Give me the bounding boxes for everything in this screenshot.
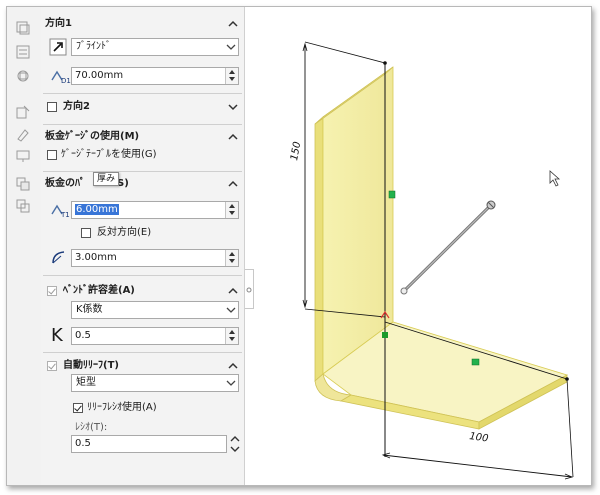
direction2-title: 方向2 <box>63 101 90 112</box>
ratio-label: ﾚｼｵ(T): <box>75 422 108 433</box>
ratio-input[interactable]: 0.5 <box>71 435 227 453</box>
thickness-value: 6.00mm <box>75 204 119 215</box>
graphics-viewport[interactable]: 150 100 <box>247 7 591 485</box>
svg-text:T1: T1 <box>60 211 70 219</box>
direction2-checkbox[interactable] <box>47 102 57 112</box>
auto-relief-checkbox[interactable] <box>47 361 57 371</box>
gauge-title[interactable]: 板金ｹﾞｰｼﾞの使用(M) <box>45 130 139 144</box>
appearance-tab-icon[interactable] <box>14 197 32 215</box>
k-factor-spinner[interactable] <box>225 328 238 344</box>
coincident-relation-icon[interactable] <box>382 332 388 338</box>
direction1-title[interactable]: 方向1 <box>45 17 72 31</box>
depth-input[interactable]: 70.00mm <box>71 67 239 85</box>
relief-ratio-label: ﾘﾘｰﾌﾚｼｵ使用(A) <box>87 402 157 413</box>
divider <box>43 352 242 353</box>
horizontal-relation-icon[interactable] <box>471 358 480 366</box>
thickness-spinner[interactable] <box>225 202 238 218</box>
thickness-tooltip: 厚み <box>93 172 120 186</box>
relief-type-value: 矩型 <box>76 377 96 388</box>
direction-arrow-icon[interactable] <box>486 200 496 210</box>
cam-manager-icon[interactable] <box>14 147 32 165</box>
dimension-100-label[interactable]: 100 <box>469 431 489 445</box>
bend-radius-spinner[interactable] <box>225 250 238 266</box>
sheet-metal-model: 150 100 <box>289 41 574 480</box>
divider <box>43 275 242 276</box>
dimxpert-icon[interactable] <box>14 103 32 121</box>
chevron-up-icon[interactable] <box>228 286 238 296</box>
chevron-up-icon[interactable] <box>228 19 238 29</box>
chevron-up-icon[interactable] <box>228 179 238 189</box>
gauge-table-label: ｹﾞｰｼﾞﾃｰﾌﾞﾙを使用(G) <box>61 149 157 160</box>
k-factor-input[interactable]: 0.5 <box>71 327 239 345</box>
configuration-manager-icon[interactable] <box>14 67 32 85</box>
bend-allowance-type-select[interactable]: K係数 <box>71 301 239 319</box>
application-window: 方向1 ﾌﾞﾗｲﾝﾄﾞ D1 70.00mm 方向2 板金ｹﾞｰｼﾞの使用(M)… <box>6 6 592 486</box>
bend-radius-input[interactable]: 3.00mm <box>71 249 239 267</box>
relief-ratio-checkbox[interactable] <box>73 403 83 413</box>
ratio-value: 0.5 <box>75 438 91 449</box>
chevron-down-icon <box>226 307 236 313</box>
auto-relief-title: 自動ﾘﾘｰﾌ(T) <box>63 360 119 371</box>
thickness-icon: T1 <box>49 200 70 219</box>
k-factor-icon: K <box>51 325 63 346</box>
vertical-relation-icon[interactable] <box>388 190 396 199</box>
divider <box>43 171 242 172</box>
end-condition-select[interactable]: ﾌﾞﾗｲﾝﾄﾞ <box>71 38 239 56</box>
depth-icon: D1 <box>49 66 71 85</box>
relief-type-select[interactable]: 矩型 <box>71 374 239 392</box>
divider <box>43 93 242 94</box>
bend-radius-value: 3.00mm <box>75 252 117 263</box>
bend-allowance-type-value: K係数 <box>76 304 103 315</box>
chevron-down-icon <box>226 44 236 50</box>
depth-spinner[interactable] <box>225 68 238 84</box>
chevron-down-icon[interactable] <box>228 102 238 112</box>
drag-handle-icon[interactable] <box>400 287 408 295</box>
dimension-150-label[interactable]: 150 <box>289 141 303 162</box>
divider <box>43 124 242 125</box>
bend-allowance-title: ﾍﾞﾝﾄﾞ許容差(A) <box>63 285 135 296</box>
ratio-spinner[interactable] <box>229 435 241 453</box>
reverse-direction-checkbox[interactable] <box>81 228 91 238</box>
depth-value: 70.00mm <box>75 70 124 81</box>
params-title[interactable]: 板金のﾊﾟ <box>45 177 85 191</box>
wall-side-face <box>314 116 324 382</box>
display-manager-icon[interactable] <box>14 125 32 143</box>
svg-text:D1: D1 <box>61 77 71 85</box>
chevron-up-icon[interactable] <box>228 132 238 142</box>
feature-tree-icon[interactable] <box>14 19 32 37</box>
cursor-icon <box>549 170 561 187</box>
bend-allowance-checkbox[interactable] <box>47 286 57 296</box>
wall-front-face <box>322 66 394 375</box>
gauge-table-checkbox[interactable] <box>47 150 57 160</box>
chevron-up-icon[interactable] <box>228 361 238 371</box>
k-factor-value: 0.5 <box>75 330 91 341</box>
feature-manager-tabs <box>7 7 41 485</box>
bend-radius-icon <box>49 248 69 266</box>
chevron-down-icon <box>226 380 236 386</box>
reverse-direction-icon[interactable] <box>49 38 69 56</box>
property-manager-icon[interactable] <box>14 43 32 61</box>
sheet-metal-tab-icon[interactable] <box>14 175 32 193</box>
end-condition-value: ﾌﾞﾗｲﾝﾄﾞ <box>76 41 111 52</box>
reverse-direction-label: 反対方向(E) <box>97 227 152 238</box>
property-manager-panel: 方向1 ﾌﾞﾗｲﾝﾄﾞ D1 70.00mm 方向2 板金ｹﾞｰｼﾞの使用(M)… <box>41 7 245 485</box>
thickness-input[interactable]: 6.00mm <box>71 201 239 219</box>
